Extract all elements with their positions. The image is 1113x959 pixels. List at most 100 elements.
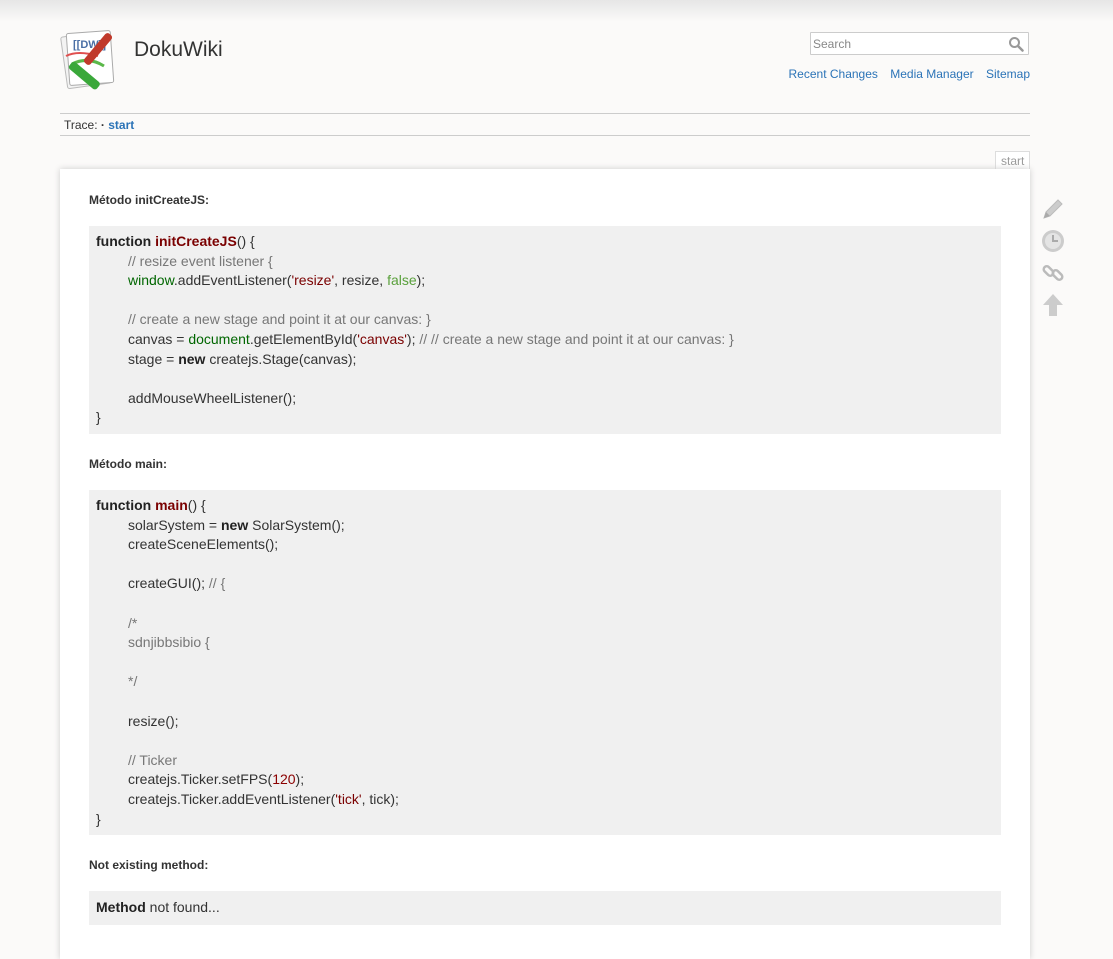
top-shade	[0, 0, 1113, 22]
code-token: 'tick'	[335, 790, 362, 807]
code-block-main: function main() {solarSystem = new Solar…	[89, 490, 1001, 836]
search-icon[interactable]	[1008, 36, 1024, 52]
code-token: // resize event listener {	[128, 252, 273, 269]
code-token: );	[416, 272, 426, 289]
section-heading-main: Método main:	[89, 457, 167, 471]
breadcrumb-separator: ·	[97, 118, 109, 132]
code-token: document	[188, 330, 250, 347]
code-line: // create a new stage and point it at ou…	[96, 310, 994, 330]
search-box	[810, 32, 1029, 55]
code-line: solarSystem = new SolarSystem();	[96, 516, 994, 536]
divider-top	[60, 113, 1030, 114]
code-token: function	[96, 233, 156, 249]
code-line: resize();	[96, 712, 994, 732]
code-token: false	[387, 272, 417, 289]
code-line: // Ticker	[96, 751, 994, 771]
code-token: // {	[208, 575, 226, 592]
site-title[interactable]: DokuWiki	[134, 38, 223, 62]
code-token: 'resize'	[291, 272, 335, 289]
code-line: sdnjibbsibio {	[96, 633, 994, 653]
code-token: , resize,	[334, 272, 388, 289]
code-line: function initCreateJS() {	[96, 232, 994, 252]
code-token: createGUI();	[128, 575, 209, 592]
code-token: , tick);	[361, 790, 399, 807]
code-token: () {	[236, 233, 255, 249]
code-line: /*	[96, 614, 994, 634]
code-token: createjs.Stage(canvas);	[205, 350, 357, 367]
code-token: }	[96, 810, 101, 827]
code-line: stage = new createjs.Stage(canvas);	[96, 350, 994, 370]
code-token: }	[96, 409, 101, 426]
code-token: createjs.Ticker.setFPS(	[128, 771, 273, 788]
code-line: createjs.Ticker.addEventListener('tick',…	[96, 790, 994, 810]
code-line: createjs.Ticker.setFPS(120);	[96, 770, 994, 790]
page-tools	[1040, 196, 1066, 324]
page-content: Método initCreateJS: function initCreate…	[60, 169, 1030, 959]
section-heading-not-existing: Not existing method:	[89, 858, 209, 872]
code-token: new	[220, 516, 249, 533]
code-token: resize();	[128, 712, 179, 729]
breadcrumb-item-start[interactable]: start	[108, 118, 134, 132]
code-token: initCreateJS	[155, 233, 237, 249]
code-token: main	[155, 497, 188, 513]
back-to-top-icon[interactable]	[1040, 292, 1066, 318]
code-token: not found...	[145, 899, 220, 915]
divider-bottom	[60, 135, 1030, 136]
code-token: stage =	[128, 350, 179, 367]
page-id: start	[995, 151, 1031, 171]
code-token: 'canvas'	[357, 330, 407, 347]
code-token: createSceneElements();	[128, 536, 279, 553]
code-token: 120	[272, 771, 296, 788]
code-token: () {	[187, 497, 206, 513]
code-token: new	[178, 350, 206, 367]
code-token: addMouseWheelListener();	[128, 389, 297, 406]
media-manager-link[interactable]: Media Manager	[890, 67, 973, 81]
history-icon[interactable]	[1040, 228, 1066, 254]
code-line: }	[96, 810, 994, 830]
recent-changes-link[interactable]: Recent Changes	[789, 67, 878, 81]
code-token: function	[96, 497, 156, 513]
code-token: .addEventListener(	[173, 272, 292, 289]
code-token: sdnjibbsibio {	[128, 634, 210, 651]
code-token: .getElementById(	[249, 330, 358, 347]
code-line: window.addEventListener('resize', resize…	[96, 271, 994, 291]
code-token: );	[295, 771, 305, 788]
code-line: Method not found...	[96, 898, 994, 918]
breadcrumb-label: Trace:	[64, 118, 98, 132]
section-heading-initcreatejs: Método initCreateJS:	[89, 193, 210, 207]
code-token: /*	[128, 614, 138, 631]
code-token: canvas =	[128, 330, 189, 347]
code-line: function main() {	[96, 496, 994, 516]
code-token: solarSystem =	[128, 516, 221, 533]
search-input[interactable]	[811, 33, 1005, 54]
edit-icon[interactable]	[1040, 196, 1066, 222]
code-line: // resize event listener {	[96, 252, 994, 272]
code-token: */	[128, 673, 138, 690]
code-token: createjs.Ticker.addEventListener(	[128, 790, 336, 807]
code-line: addMouseWheelListener();	[96, 389, 994, 409]
code-token: SolarSystem();	[248, 516, 345, 533]
code-token: Method	[96, 899, 146, 915]
code-block-not-found: Method not found...	[89, 891, 1001, 925]
code-token: // // create a new stage and point it at…	[419, 330, 734, 347]
backlinks-icon[interactable]	[1040, 260, 1066, 286]
code-block-initcreatejs: function initCreateJS() {// resize event…	[89, 226, 1001, 434]
code-line: }	[96, 408, 994, 428]
sitemap-link[interactable]: Sitemap	[986, 67, 1030, 81]
code-token: window	[128, 272, 174, 289]
code-token: );	[406, 330, 420, 347]
dokuwiki-logo[interactable]: [[DW]]	[58, 26, 128, 94]
code-token: // Ticker	[128, 751, 178, 768]
site-tools: Recent Changes Media Manager Sitemap	[780, 67, 1031, 81]
code-line: createSceneElements();	[96, 535, 994, 555]
code-line: canvas = document.getElementById('canvas…	[96, 330, 994, 350]
code-line: */	[96, 672, 994, 692]
code-line: createGUI(); // {	[96, 574, 994, 594]
